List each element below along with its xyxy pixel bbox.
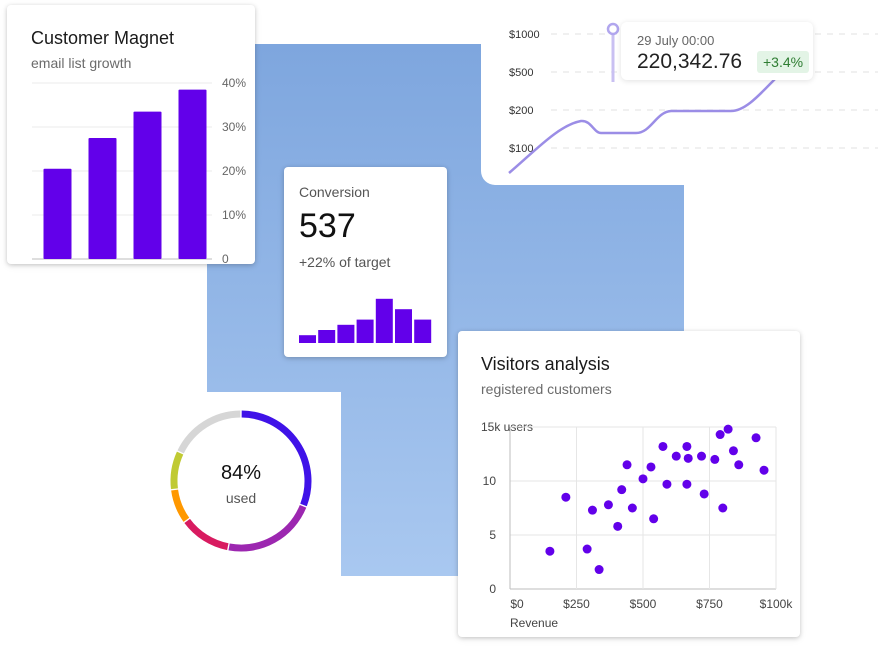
histogram-bar <box>318 330 336 343</box>
y-tick-label: 30% <box>222 120 246 134</box>
scatter-point <box>759 465 769 475</box>
y-tick-label: 10 <box>483 474 497 488</box>
donut-slice <box>177 410 241 454</box>
histogram-bar <box>375 298 393 343</box>
customer-magnet-card: Customer Magnet email list growth 0 10% 20… <box>7 5 255 264</box>
value-tooltip: 29 July 00:00 220,342.76 +3.4% <box>621 22 813 80</box>
bar <box>178 89 207 259</box>
donut-slice <box>228 504 307 552</box>
scatter-point <box>699 489 709 499</box>
histogram-bar <box>395 309 412 343</box>
usage-percent: 84% <box>220 462 262 484</box>
y-tick-label: 40% <box>222 76 246 90</box>
scatter-point <box>587 505 597 515</box>
x-tick-label: $0 <box>510 597 524 611</box>
usage-label: used <box>225 490 257 506</box>
scatter-point <box>658 441 668 451</box>
histogram-bar <box>414 319 432 343</box>
scatter-point <box>617 485 627 495</box>
bar <box>43 168 72 259</box>
scatter-point <box>627 503 637 513</box>
scatter-point <box>594 565 604 575</box>
scatter-point <box>682 441 692 451</box>
usage-donut-card: 84% used <box>158 392 341 576</box>
scatter-point <box>697 451 707 461</box>
scatter-point <box>751 433 761 443</box>
revenue-line <box>508 77 777 174</box>
x-tick-label: $100k <box>760 597 794 611</box>
scatter-point <box>715 430 725 440</box>
y-tick-label: $1000 <box>509 29 540 41</box>
scatter-point <box>646 462 656 472</box>
scatter-point <box>638 474 648 484</box>
scatter-point <box>582 544 592 554</box>
conversion-histogram <box>299 298 432 343</box>
tooltip-date: 29 July 00:00 <box>637 33 715 48</box>
bar <box>88 138 117 259</box>
scatter-point <box>718 503 728 513</box>
scatter-point <box>734 460 744 470</box>
revenue-line-card: $100 $200 $500 $1000 29 July 00:00 220,342.… <box>481 0 878 185</box>
conversion-card: Conversion 537 +22% of target <box>284 167 447 357</box>
y-tick-label: 10% <box>222 208 246 222</box>
histogram-bar <box>356 319 374 343</box>
scatter-point <box>683 453 693 463</box>
x-tick-label: $750 <box>696 597 723 611</box>
y-tick-label: $500 <box>509 67 533 79</box>
scatter-point <box>622 460 632 470</box>
histogram-bar <box>299 335 316 343</box>
x-axis-title: Revenue <box>510 616 558 630</box>
histogram-bar <box>337 324 355 343</box>
bar <box>133 111 162 259</box>
y-tick-label: $200 <box>509 105 533 117</box>
scatter-point <box>561 492 571 502</box>
y-tick-label: 5 <box>489 528 496 542</box>
scatter-point <box>682 479 692 489</box>
x-tick-label: $500 <box>630 597 657 611</box>
scatter-point <box>545 546 555 556</box>
visitors-analysis-card: Visitors analysis registered customers 1… <box>458 331 800 637</box>
x-tick-label: $250 <box>563 597 590 611</box>
scatter-point <box>723 424 733 434</box>
donut-slice <box>184 518 229 551</box>
scatter-point <box>728 446 738 456</box>
scatter-point <box>710 454 720 464</box>
scatter-point <box>662 479 672 489</box>
scatter-point <box>603 500 613 510</box>
marker-dot[interactable] <box>606 22 620 36</box>
y-tick-label: 0 <box>222 252 229 264</box>
y-tick-label: 20% <box>222 164 246 178</box>
change-badge: +3.4% <box>757 51 810 73</box>
scatter-point <box>649 514 659 524</box>
y-tick-label: 0 <box>489 582 496 596</box>
line-y-ticks: $100$200$500$1000 <box>509 29 540 155</box>
visitors-scatter-chart: 15k users0510$0 $250 $500 $750 $100kRevenue <box>481 420 794 630</box>
scatter-point <box>613 521 623 531</box>
magnet-bar-chart: 0 10% 20% 30% 40% <box>32 76 246 264</box>
tooltip-value: 220,342.76 <box>637 50 743 73</box>
scatter-point <box>671 451 681 461</box>
